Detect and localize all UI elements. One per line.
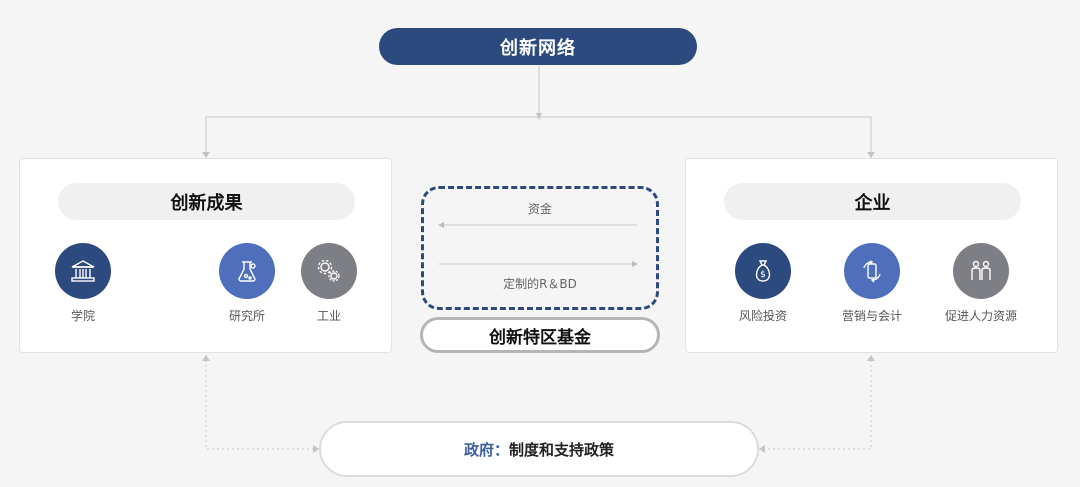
academy-item: 学院 bbox=[33, 243, 133, 324]
venture-capital-label: 风险投资 bbox=[738, 309, 787, 323]
venture-capital-item: $ 风险投资 bbox=[713, 243, 813, 324]
innovation-zone-fund-title: 创新特区基金 bbox=[420, 317, 660, 353]
industry-item: 工业 bbox=[279, 243, 379, 324]
lab-flask-icon bbox=[219, 243, 275, 299]
top-horizontal-connector bbox=[205, 116, 872, 158]
innovation-network-title: 创新网络 bbox=[379, 28, 697, 65]
government-separator: ： bbox=[493, 440, 509, 459]
funding-label: 资金 bbox=[527, 202, 552, 216]
custom-rbd-label: 定制的R＆BD bbox=[503, 277, 577, 291]
hr-promotion-label: 促进人力资源 bbox=[944, 309, 1017, 323]
hr-promotion-item: 促进人力资源 bbox=[931, 243, 1031, 324]
research-institute-label: 研究所 bbox=[228, 309, 265, 323]
marketing-accounting-item: 营销与会计 bbox=[822, 243, 922, 324]
mobile-cycle-icon bbox=[844, 243, 900, 299]
arrow-up-right-panel bbox=[867, 355, 875, 361]
arrow-to-bottom-pill-right bbox=[759, 445, 765, 453]
innovation-results-title: 创新成果 bbox=[58, 183, 355, 220]
government-policy-box: 政府：制度和支持政策 bbox=[319, 421, 759, 477]
policy-text: 制度和支持政策 bbox=[509, 440, 615, 459]
bottom-left-connector bbox=[205, 355, 319, 450]
funding-exchange-box: 资金 定制的R＆BD bbox=[421, 186, 659, 310]
gears-icon bbox=[301, 243, 357, 299]
money-bag-icon: $ bbox=[735, 243, 791, 299]
innovation-results-panel: 创新成果 学院 研究所 工业 bbox=[19, 158, 392, 353]
bottom-right-connector bbox=[759, 355, 872, 450]
enterprise-panel: 企业 $ 风险投资 营销与会计 促进人力资源 bbox=[685, 158, 1058, 353]
enterprise-title: 企业 bbox=[724, 183, 1021, 220]
people-icon bbox=[953, 243, 1009, 299]
industry-label: 工业 bbox=[316, 309, 341, 323]
arrow-up-left-panel bbox=[202, 355, 210, 361]
institution-building-icon bbox=[55, 243, 111, 299]
svg-text:$: $ bbox=[760, 270, 766, 280]
government-label: 政府 bbox=[463, 440, 494, 459]
academy-label: 学院 bbox=[70, 309, 95, 323]
marketing-accounting-label: 营销与会计 bbox=[841, 309, 902, 323]
